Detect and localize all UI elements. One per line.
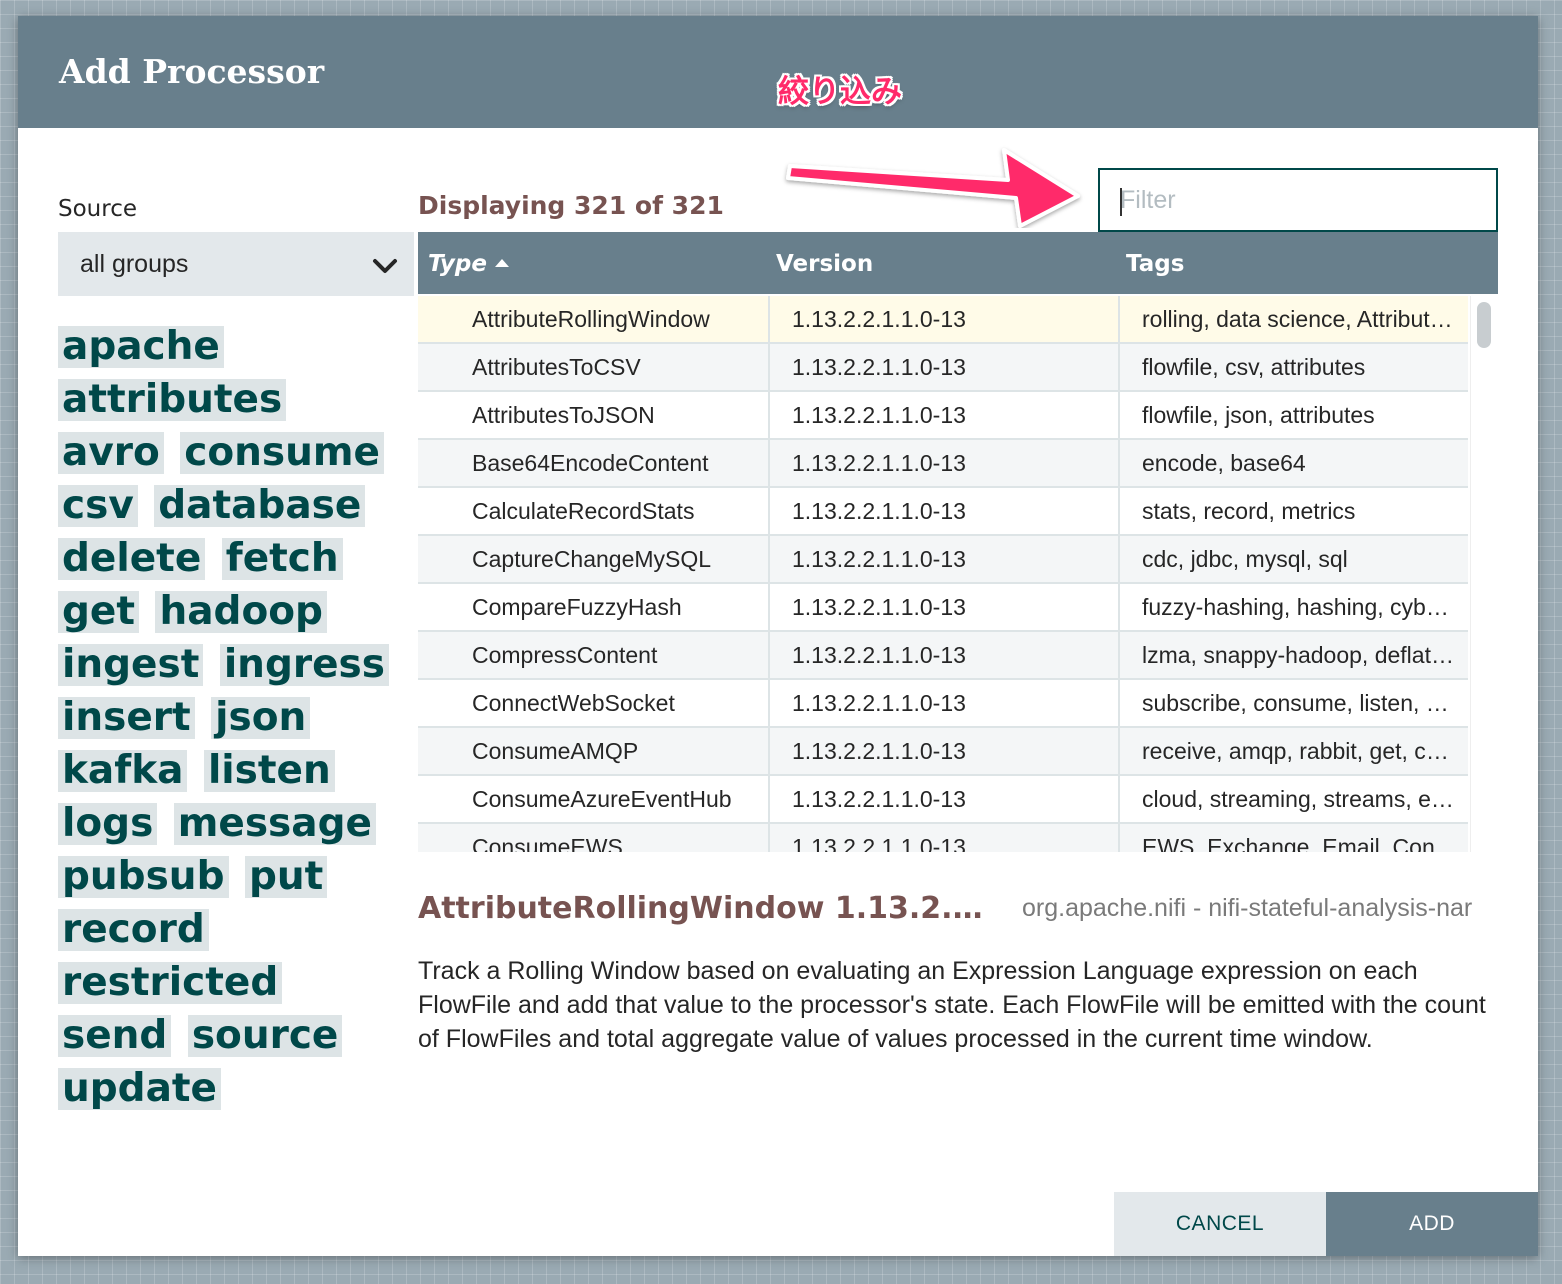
source-group-select[interactable]: all groups <box>58 232 414 296</box>
selected-processor-description: Track a Rolling Window based on evaluati… <box>418 957 1486 1053</box>
cell-tags: cdc, jdbc, mysql, sql <box>1118 536 1468 582</box>
column-header-version[interactable]: Version <box>776 251 873 277</box>
selected-processor-bundle: org.apache.nifi - nifi-stateful-analysis… <box>1022 894 1473 922</box>
tag-put[interactable]: put <box>244 856 328 898</box>
cell-version: 1.13.2.2.1.1.0-13 <box>768 344 1118 390</box>
tag-insert[interactable]: insert <box>58 697 195 739</box>
cell-version: 1.13.2.2.1.1.0-13 <box>768 824 1118 852</box>
tag-cloud: apache attributes avro consume csv datab… <box>58 326 408 1121</box>
cell-version: 1.13.2.2.1.1.0-13 <box>768 584 1118 630</box>
cancel-button[interactable]: CANCEL <box>1114 1192 1326 1256</box>
table-row[interactable]: CalculateRecordStats 1.13.2.2.1.1.0-13 sta… <box>418 488 1468 536</box>
add-processor-dialog: Add Processor Source all groups apache a… <box>18 16 1538 1256</box>
table-scrollbar[interactable] <box>1470 296 1498 852</box>
tag-avro[interactable]: avro <box>58 432 164 474</box>
cell-version: 1.13.2.2.1.1.0-13 <box>768 728 1118 774</box>
displaying-count: Displaying 321 of 321 <box>418 191 724 220</box>
cell-tags: fuzzy-hashing, hashing, cyber-security <box>1118 584 1468 630</box>
table-row[interactable]: ConsumeAMQP 1.13.2.2.1.1.0-13 receive, amq… <box>418 728 1468 776</box>
tag-listen[interactable]: listen <box>203 750 335 792</box>
table-row[interactable]: AttributesToJSON 1.13.2.2.1.1.0-13 flowfil… <box>418 392 1468 440</box>
tag-message[interactable]: message <box>173 803 376 845</box>
tag-get[interactable]: get <box>58 591 140 633</box>
cell-type: CompareFuzzyHash <box>472 594 682 620</box>
cell-version: 1.13.2.2.1.1.0-13 <box>768 536 1118 582</box>
tag-consume[interactable]: consume <box>180 432 384 474</box>
cell-version: 1.13.2.2.1.1.0-13 <box>768 680 1118 726</box>
tag-json[interactable]: json <box>211 697 311 739</box>
tag-fetch[interactable]: fetch <box>221 538 343 580</box>
cell-tags: flowfile, csv, attributes <box>1118 344 1468 390</box>
filter-input[interactable] <box>1098 168 1498 232</box>
cell-version: 1.13.2.2.1.1.0-13 <box>768 440 1118 486</box>
cell-tags: encode, base64 <box>1118 440 1468 486</box>
table-body: AttributeRollingWindow 1.13.2.2.1.1.0-13 r… <box>418 296 1468 852</box>
tag-kafka[interactable]: kafka <box>58 750 188 792</box>
cell-tags: cloud, streaming, streams, eventhub <box>1118 776 1468 822</box>
cell-tags: receive, amqp, rabbit, get, consume <box>1118 728 1468 774</box>
cell-type: Base64EncodeContent <box>472 450 709 476</box>
table-row[interactable]: Base64EncodeContent 1.13.2.2.1.1.0-13 enco… <box>418 440 1468 488</box>
tag-source[interactable]: source <box>187 1015 343 1057</box>
cell-version: 1.13.2.2.1.1.0-13 <box>768 392 1118 438</box>
cell-tags: rolling, data science, Attribute Express… <box>1118 296 1468 342</box>
source-selected-value: all groups <box>80 249 189 278</box>
tag-ingress[interactable]: ingress <box>219 644 389 686</box>
dialog-title: Add Processor <box>59 52 325 91</box>
tag-hadoop[interactable]: hadoop <box>155 591 327 633</box>
table-row[interactable]: ConnectWebSocket 1.13.2.2.1.1.0-13 subscri… <box>418 680 1468 728</box>
processor-type-table: Type Version Tags AttributeRollingWindow… <box>418 232 1498 852</box>
tag-database[interactable]: database <box>154 485 366 527</box>
cell-version: 1.13.2.2.1.1.0-13 <box>768 776 1118 822</box>
table-row[interactable]: AttributeRollingWindow 1.13.2.2.1.1.0-13 r… <box>418 296 1468 344</box>
tag-pubsub[interactable]: pubsub <box>58 856 229 898</box>
text-caret <box>1120 188 1122 216</box>
tag-send[interactable]: send <box>58 1015 172 1057</box>
cell-tags: stats, record, metrics <box>1118 488 1468 534</box>
tag-ingest[interactable]: ingest <box>58 644 204 686</box>
cell-tags: subscribe, consume, listen, WebSocket <box>1118 680 1468 726</box>
add-button[interactable]: ADD <box>1326 1192 1538 1256</box>
scrollbar-thumb[interactable] <box>1477 302 1491 348</box>
column-header-tags[interactable]: Tags <box>1126 251 1184 277</box>
tag-restricted[interactable]: restricted <box>58 962 283 1004</box>
table-row[interactable]: CompareFuzzyHash 1.13.2.2.1.1.0-13 fuzzy-h… <box>418 584 1468 632</box>
cell-type: ConsumeAMQP <box>472 738 639 764</box>
chevron-down-icon <box>372 254 398 283</box>
table-header: Type Version Tags <box>418 232 1498 294</box>
tag-update[interactable]: update <box>58 1068 222 1110</box>
table-row[interactable]: CompressContent 1.13.2.2.1.1.0-13 lzma, sn… <box>418 632 1468 680</box>
column-header-type[interactable]: Type <box>428 251 509 277</box>
cell-version: 1.13.2.2.1.1.0-13 <box>768 632 1118 678</box>
cell-tags: EWS, Exchange, Email, Consume <box>1118 824 1468 852</box>
cell-version: 1.13.2.2.1.1.0-13 <box>768 488 1118 534</box>
cell-type: AttributesToJSON <box>472 402 655 428</box>
cell-type: AttributeRollingWindow <box>472 306 710 332</box>
cell-type: CalculateRecordStats <box>472 498 695 524</box>
annotation-label: 絞り込み <box>778 74 902 110</box>
sort-ascending-icon <box>494 258 509 267</box>
table-row[interactable]: AttributesToCSV 1.13.2.2.1.1.0-13 flowfile… <box>418 344 1468 392</box>
cell-version: 1.13.2.2.1.1.0-13 <box>768 296 1118 342</box>
source-label: Source <box>58 196 137 222</box>
cell-type: ConnectWebSocket <box>472 690 675 716</box>
cell-type: ConsumeEWS <box>472 834 623 852</box>
tag-record[interactable]: record <box>58 909 209 951</box>
cell-type: CaptureChangeMySQL <box>472 546 712 572</box>
cell-type: AttributesToCSV <box>472 354 641 380</box>
table-row[interactable]: ConsumeAzureEventHub 1.13.2.2.1.1.0-13 clo… <box>418 776 1468 824</box>
tag-attributes[interactable]: attributes <box>58 379 287 421</box>
cell-type: ConsumeAzureEventHub <box>472 786 732 812</box>
annotation-arrow-icon <box>786 148 1080 228</box>
table-row[interactable]: ConsumeEWS 1.13.2.2.1.1.0-13 EWS, Exchange… <box>418 824 1468 852</box>
tag-csv[interactable]: csv <box>58 485 138 527</box>
selected-processor-title: AttributeRollingWindow 1.13.2.2.1.1.0-13 <box>418 891 990 926</box>
cell-tags: lzma, snappy-hadoop, deflate, compress <box>1118 632 1468 678</box>
cell-tags: flowfile, json, attributes <box>1118 392 1468 438</box>
table-row[interactable]: CaptureChangeMySQL 1.13.2.2.1.1.0-13 cdc, … <box>418 536 1468 584</box>
tag-delete[interactable]: delete <box>58 538 206 580</box>
cell-type: CompressContent <box>472 642 658 668</box>
tag-apache[interactable]: apache <box>58 326 224 368</box>
tag-logs[interactable]: logs <box>58 803 158 845</box>
